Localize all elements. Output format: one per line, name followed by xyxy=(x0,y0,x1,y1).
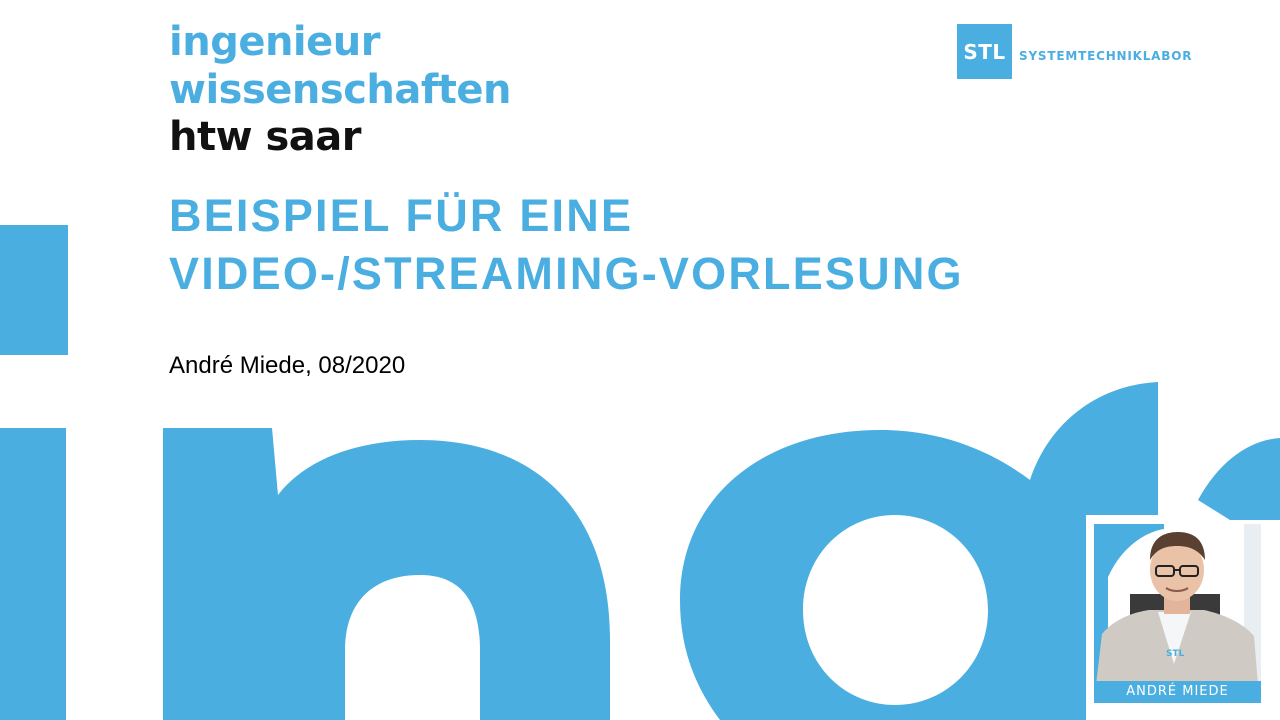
slide-title-line1: BEISPIEL FÜR EINE xyxy=(169,190,634,241)
lab-logo: STL SYSTEMTECHNIKLABOR xyxy=(957,24,1192,79)
presenter-video: STL xyxy=(1094,524,1261,703)
webcam-overlay: STL ANDRÉ MIEDE xyxy=(1091,521,1264,706)
presenter-name-label: ANDRÉ MIEDE xyxy=(1094,681,1261,703)
lab-logo-abbreviation: STL xyxy=(957,24,1012,79)
shirt-logo: STL xyxy=(1166,649,1185,659)
author-date: André Miede, 08/2020 xyxy=(169,352,406,379)
deco-bar-bottom xyxy=(0,428,66,720)
deco-letter-n xyxy=(163,428,610,720)
lab-logo-name: SYSTEMTECHNIKLABOR xyxy=(1019,48,1193,63)
presentation-slide: ingenieur wissenschaften htw saar STL SY… xyxy=(0,0,1280,720)
university-name: htw saar xyxy=(169,114,362,160)
faculty-name-line2: wissenschaften xyxy=(169,67,512,113)
slide-title-line2: VIDEO-/STREAMING-VORLESUNG xyxy=(169,248,964,299)
deco-letter-e-fragment xyxy=(1198,438,1280,520)
faculty-name-line1: ingenieur xyxy=(169,19,380,65)
deco-bar-top xyxy=(0,225,68,355)
deco-letter-g xyxy=(680,382,1158,720)
